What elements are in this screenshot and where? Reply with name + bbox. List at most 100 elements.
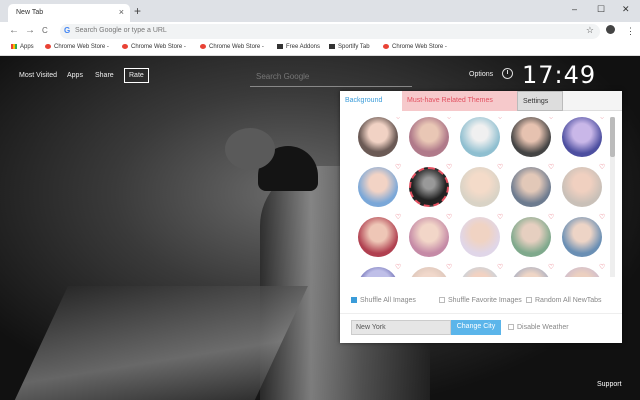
tab-settings[interactable]: Settings	[517, 91, 563, 111]
wallpaper-thumbnail[interactable]	[460, 217, 500, 257]
bookmark-item[interactable]: Free Addons	[277, 44, 320, 50]
favorite-heart-icon[interactable]: ♡	[548, 263, 554, 271]
tab-background[interactable]: Background	[340, 91, 402, 111]
maximize-icon[interactable]: ☐	[597, 4, 605, 15]
favorite-heart-icon[interactable]: ♡	[599, 213, 605, 221]
google-icon: G	[64, 26, 71, 35]
favorite-heart-icon[interactable]: ♡	[497, 117, 503, 121]
favorite-heart-icon[interactable]: ♡	[395, 117, 401, 121]
panel-divider	[340, 313, 622, 314]
apps-grid-icon	[11, 44, 17, 49]
favorite-heart-icon[interactable]: ♡	[548, 163, 554, 171]
bookmark-apps[interactable]: Apps	[11, 44, 34, 50]
search-underline	[250, 86, 412, 87]
webstore-icon	[200, 44, 206, 49]
random-newtabs-option[interactable]: Random All NewTabs	[526, 297, 602, 304]
shuffle-favorite-checkbox[interactable]	[439, 297, 445, 304]
support-link[interactable]: Support	[597, 381, 622, 388]
search-input[interactable]: Search Google	[256, 72, 309, 81]
wallpaper-thumbnail[interactable]	[358, 117, 398, 157]
wallpaper-thumbnail[interactable]	[358, 217, 398, 257]
city-input[interactable]	[351, 320, 451, 335]
favorite-heart-icon[interactable]: ♡	[446, 117, 452, 121]
wallpaper-thumbnail[interactable]	[562, 167, 602, 207]
shuffle-all-checkbox[interactable]	[351, 297, 357, 304]
options-button[interactable]: Options	[469, 71, 493, 78]
wallpaper-thumbnail[interactable]	[460, 117, 500, 157]
wallpaper-thumbnail[interactable]	[511, 117, 551, 157]
wallpaper-thumbnail[interactable]	[562, 267, 602, 277]
forward-icon[interactable]: →	[25, 25, 35, 36]
favorite-heart-icon[interactable]: ♡	[446, 213, 452, 221]
new-tab-page: Most Visited Apps Share Rate Search Goog…	[0, 56, 640, 400]
profile-icon[interactable]	[606, 25, 615, 34]
favorite-heart-icon[interactable]: ♡	[599, 163, 605, 171]
new-tab-button[interactable]: +	[134, 4, 141, 18]
random-newtabs-checkbox[interactable]	[526, 297, 532, 304]
reload-icon[interactable]: C	[42, 26, 48, 35]
wallpaper-thumbnail[interactable]	[460, 167, 500, 207]
apps-link[interactable]: Apps	[67, 72, 83, 79]
bookmark-item[interactable]: Sportify Tab	[329, 44, 370, 50]
wallpaper-thumbnail[interactable]	[409, 117, 449, 157]
wallpaper-thumbnail[interactable]	[409, 267, 449, 277]
wallpaper-thumbnail[interactable]	[562, 217, 602, 257]
favorite-heart-icon[interactable]: ♡	[446, 263, 452, 271]
bookmark-item[interactable]: Chrome Web Store -	[383, 44, 447, 50]
wallpaper-thumbnail[interactable]	[358, 167, 398, 207]
sportify-icon	[329, 44, 335, 49]
favorite-heart-icon[interactable]: ♡	[446, 163, 452, 171]
tab-title: New Tab	[16, 9, 44, 16]
close-window-icon[interactable]: ✕	[622, 4, 630, 15]
favorite-heart-icon[interactable]: ♡	[548, 213, 554, 221]
shuffle-favorite-option[interactable]: Shuffle Favorite Images	[439, 297, 522, 304]
wallpaper-thumbnail[interactable]	[511, 267, 551, 277]
wallpaper-thumbnail[interactable]	[460, 267, 500, 277]
rate-button[interactable]: Rate	[124, 68, 149, 83]
favorite-heart-icon[interactable]: ♡	[599, 263, 605, 271]
clock: 17:49	[522, 61, 597, 89]
omnibox[interactable]: G Search Google or type a URL ☆	[60, 24, 600, 39]
bookmark-star-icon[interactable]: ☆	[586, 25, 594, 36]
wallpaper-thumbnail[interactable]	[409, 217, 449, 257]
wallpaper-thumbnail[interactable]	[409, 167, 449, 207]
favorite-heart-icon[interactable]: ♡	[497, 163, 503, 171]
wallpaper-thumbnail[interactable]	[511, 167, 551, 207]
bookmarks-bar: Apps Chrome Web Store - Chrome Web Store…	[0, 41, 640, 56]
favorite-heart-icon[interactable]: ♡	[395, 213, 401, 221]
most-visited-link[interactable]: Most Visited	[19, 72, 57, 79]
browser-toolbar: ← → C G Search Google or type a URL ☆ ⋮	[0, 22, 640, 41]
tab-strip: New Tab × + – ☐ ✕	[0, 0, 640, 22]
grid-scroll-thumb[interactable]	[610, 117, 615, 157]
bookmark-item[interactable]: Chrome Web Store -	[200, 44, 264, 50]
wallpaper-thumbnail[interactable]	[511, 217, 551, 257]
webstore-icon	[122, 44, 128, 49]
wallpaper-thumbnail[interactable]	[562, 117, 602, 157]
disable-weather-option[interactable]: Disable Weather	[508, 324, 569, 331]
disable-weather-checkbox[interactable]	[508, 324, 514, 331]
close-tab-icon[interactable]: ×	[119, 7, 124, 17]
favorite-heart-icon[interactable]: ♡	[395, 263, 401, 271]
bookmark-item[interactable]: Chrome Web Store -	[122, 44, 186, 50]
themes-panel: Background Must-have Related Themes Sett…	[340, 91, 622, 343]
tab-related-themes[interactable]: Must-have Related Themes	[402, 91, 517, 111]
favorite-heart-icon[interactable]: ♡	[395, 163, 401, 171]
menu-icon[interactable]: ⋮	[626, 26, 635, 37]
webstore-icon	[383, 44, 389, 49]
wallpaper-grid: ♡ ♡ ♡ ♡ ♡ ♡ ♡ ♡ ♡ ♡ ♡ ♡ ♡ ♡ ♡ ♡ ♡ ♡ ♡ ♡	[348, 117, 610, 277]
clock-icon[interactable]	[502, 68, 513, 79]
wallpaper-thumbnail[interactable]	[358, 267, 398, 277]
share-link[interactable]: Share	[95, 72, 114, 79]
omnibox-placeholder: Search Google or type a URL	[75, 27, 167, 34]
bookmark-item[interactable]: Chrome Web Store -	[45, 44, 109, 50]
shuffle-all-option[interactable]: Shuffle All Images	[351, 297, 416, 304]
minimize-icon[interactable]: –	[572, 4, 577, 14]
favorite-heart-icon[interactable]: ♡	[548, 117, 554, 121]
back-icon[interactable]: ←	[9, 25, 19, 36]
favorite-heart-icon[interactable]: ♡	[497, 263, 503, 271]
tab-strip-filler	[563, 91, 622, 111]
favorite-heart-icon[interactable]: ♡	[599, 117, 605, 121]
browser-tab[interactable]: New Tab ×	[8, 4, 130, 22]
favorite-heart-icon[interactable]: ♡	[497, 213, 503, 221]
change-city-button[interactable]: Change City	[451, 320, 501, 335]
